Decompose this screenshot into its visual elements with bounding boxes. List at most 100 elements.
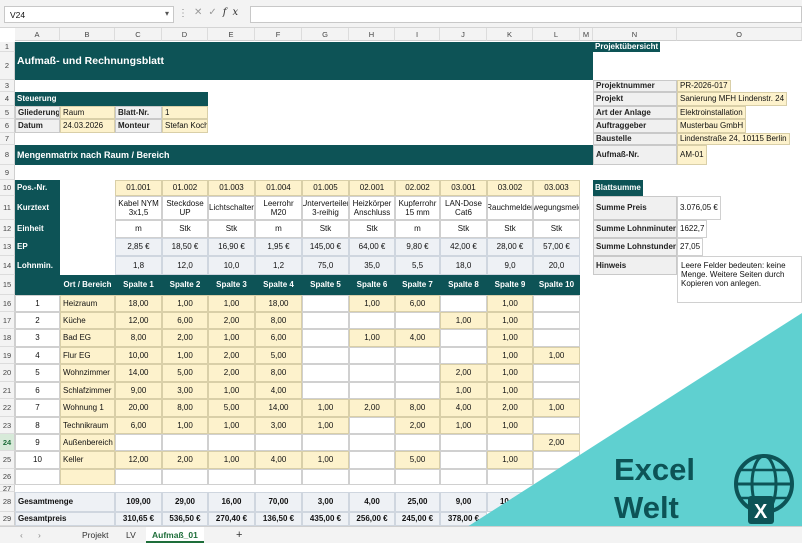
kurztext[interactable]: Heizkörper Anschluss [349, 196, 395, 220]
row-header[interactable]: 24 [0, 434, 15, 451]
ort-name[interactable]: Küche [60, 312, 115, 329]
einzelpreis[interactable]: 9,80 € [395, 238, 440, 256]
column-header[interactable]: A [15, 28, 60, 41]
row-header[interactable]: 3 [0, 80, 15, 92]
projekt-value[interactable]: Elektroinstallation [677, 106, 746, 119]
empty-cell[interactable] [15, 469, 60, 485]
row-header[interactable]: 7 [0, 133, 15, 145]
quantity-cell[interactable] [349, 434, 395, 451]
lohnminuten[interactable]: 18,0 [440, 256, 487, 275]
row-header[interactable]: 27 [0, 485, 15, 492]
lohnminuten[interactable]: 75,0 [302, 256, 349, 275]
quantity-cell[interactable]: 5,00 [395, 451, 440, 469]
column-header[interactable]: K [487, 28, 533, 41]
column-header[interactable]: J [440, 28, 487, 41]
lohnminuten[interactable]: 5,5 [395, 256, 440, 275]
quantity-cell[interactable] [302, 295, 349, 312]
gliederung-value[interactable]: Raum [60, 106, 115, 119]
quantity-cell[interactable]: 6,00 [395, 295, 440, 312]
projekt-value[interactable]: Sanierung MFH Lindenstr. 24 [677, 92, 788, 106]
kurztext[interactable]: Kupferrohr 15 mm [395, 196, 440, 220]
ort-name[interactable]: Wohnzimmer [60, 364, 115, 382]
cancel-icon[interactable]: ✕ [194, 7, 208, 18]
column-header[interactable]: E [208, 28, 255, 41]
row-header[interactable]: 28 [0, 492, 15, 512]
quantity-cell[interactable] [349, 347, 395, 364]
pos-nr[interactable]: 01.001 [115, 180, 162, 196]
quantity-cell[interactable] [115, 434, 162, 451]
quantity-cell[interactable]: 2,00 [208, 347, 255, 364]
quantity-cell[interactable]: 1,00 [208, 451, 255, 469]
scroll-right-icon[interactable]: › [32, 527, 47, 543]
quantity-cell[interactable]: 1,00 [162, 417, 208, 434]
ort-name[interactable]: Technikraum [60, 417, 115, 434]
einzelpreis[interactable]: 1,95 € [255, 238, 302, 256]
column-header[interactable]: L [533, 28, 580, 41]
quantity-cell[interactable]: 1,00 [349, 295, 395, 312]
quantity-cell[interactable]: 1,00 [208, 417, 255, 434]
quantity-cell[interactable]: 3,00 [255, 417, 302, 434]
more-icon[interactable]: ⋮ [178, 8, 188, 19]
einheit[interactable]: Stk [440, 220, 487, 238]
row-header[interactable]: 18 [0, 329, 15, 347]
enter-icon[interactable]: ✓ [208, 7, 222, 18]
einheit[interactable]: m [255, 220, 302, 238]
column-header[interactable]: N [593, 28, 677, 41]
quantity-cell[interactable]: 2,00 [208, 364, 255, 382]
tab-projekt[interactable]: Projekt [76, 527, 114, 543]
quantity-cell[interactable]: 4,00 [255, 451, 302, 469]
lohnminuten[interactable]: 35,0 [349, 256, 395, 275]
function-icon[interactable]: fx [223, 7, 244, 18]
einheit[interactable]: m [115, 220, 162, 238]
quantity-cell[interactable] [440, 295, 487, 312]
pos-nr[interactable]: 01.005 [302, 180, 349, 196]
quantity-cell[interactable]: 2,00 [162, 329, 208, 347]
empty-cell[interactable] [60, 469, 115, 485]
tab-lv[interactable]: LV [120, 527, 142, 543]
column-header[interactable]: G [302, 28, 349, 41]
ort-name[interactable]: Schlafzimmer [60, 382, 115, 399]
row-header[interactable]: 14 [0, 256, 15, 275]
quantity-cell[interactable]: 8,00 [162, 399, 208, 417]
ort-name[interactable]: Außenbereich [60, 434, 115, 451]
column-header[interactable]: H [349, 28, 395, 41]
kurztext[interactable]: Kabel NYM 3x1,5 [115, 196, 162, 220]
row-header[interactable]: 9 [0, 165, 15, 180]
row-header[interactable]: 2 [0, 52, 15, 80]
quantity-cell[interactable]: 20,00 [115, 399, 162, 417]
column-header[interactable]: C [115, 28, 162, 41]
quantity-cell[interactable] [302, 329, 349, 347]
quantity-cell[interactable] [533, 295, 580, 312]
row-header[interactable]: 5 [0, 106, 15, 119]
row-header[interactable]: 26 [0, 469, 15, 485]
quantity-cell[interactable] [395, 382, 440, 399]
column-header[interactable]: I [395, 28, 440, 41]
row-header[interactable]: 23 [0, 417, 15, 434]
quantity-cell[interactable] [395, 347, 440, 364]
quantity-cell[interactable]: 1,00 [162, 295, 208, 312]
empty-cell[interactable] [395, 469, 440, 485]
row-header[interactable]: 11 [0, 196, 15, 220]
quantity-cell[interactable]: 1,00 [208, 295, 255, 312]
einzelpreis[interactable]: 64,00 € [349, 238, 395, 256]
lohnminuten[interactable]: 1,8 [115, 256, 162, 275]
pos-nr[interactable]: 01.003 [208, 180, 255, 196]
quantity-cell[interactable]: 9,00 [115, 382, 162, 399]
einzelpreis[interactable]: 28,00 € [487, 238, 533, 256]
row-header[interactable]: 10 [0, 180, 15, 196]
quantity-cell[interactable]: 2,00 [349, 399, 395, 417]
row-header[interactable]: 19 [0, 347, 15, 364]
einzelpreis[interactable]: 18,50 € [162, 238, 208, 256]
quantity-cell[interactable]: 8,00 [255, 312, 302, 329]
column-header[interactable]: D [162, 28, 208, 41]
kurztext[interactable]: Unterverteiler 3-reihig [302, 196, 349, 220]
row-header[interactable]: 4 [0, 92, 15, 106]
row-header[interactable]: 29 [0, 512, 15, 526]
einzelpreis[interactable]: 145,00 € [302, 238, 349, 256]
quantity-cell[interactable]: 12,00 [115, 451, 162, 469]
ort-name[interactable]: Flur EG [60, 347, 115, 364]
row-header[interactable]: 13 [0, 238, 15, 256]
quantity-cell[interactable]: 3,00 [162, 382, 208, 399]
pos-nr[interactable]: 02.002 [395, 180, 440, 196]
quantity-cell[interactable]: 8,00 [255, 364, 302, 382]
